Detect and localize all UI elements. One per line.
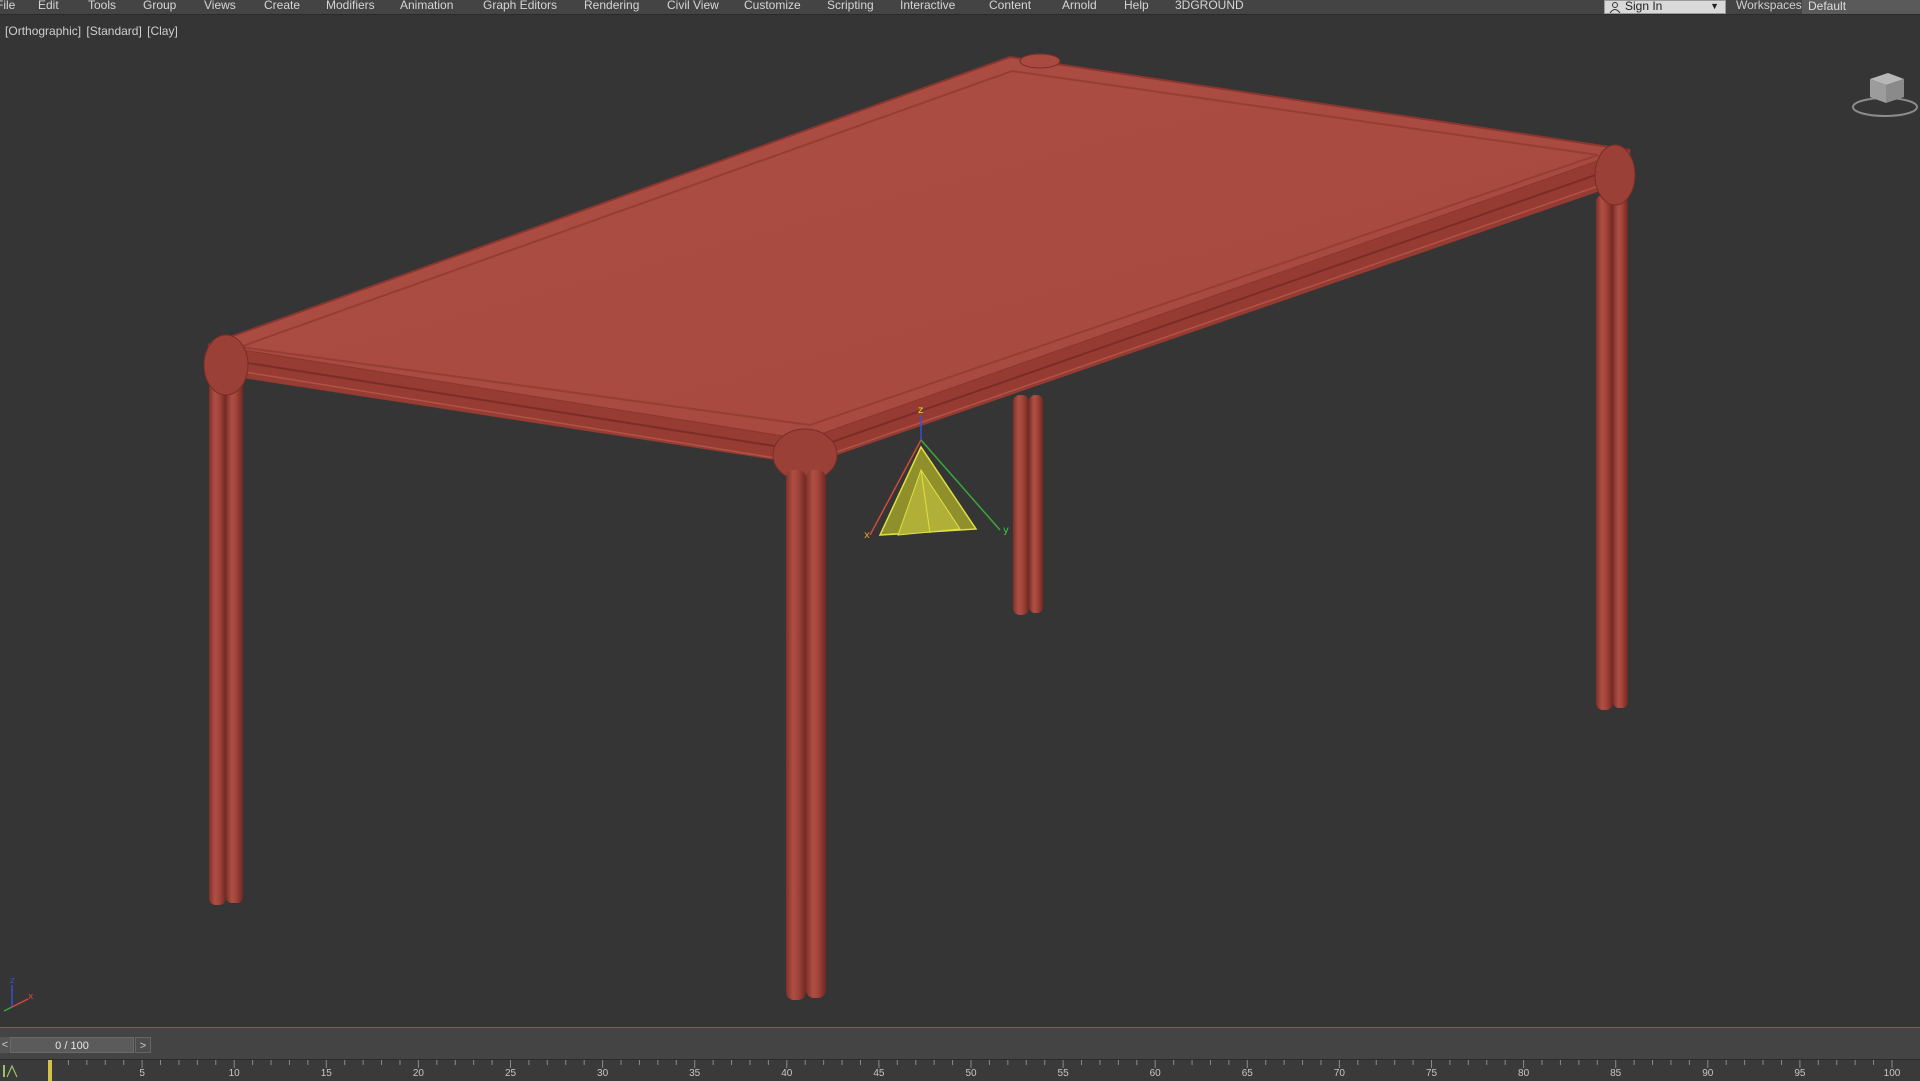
menu-edit[interactable]: Edit <box>38 0 59 12</box>
menu-content[interactable]: Content <box>989 0 1031 12</box>
chevron-down-icon: ▼ <box>1710 1 1719 11</box>
track-tick-label: 70 <box>1333 1068 1345 1079</box>
menu-animation[interactable]: Animation <box>400 0 453 12</box>
menu-arnold[interactable]: Arnold <box>1062 0 1097 12</box>
menu-help[interactable]: Help <box>1124 0 1149 12</box>
user-icon <box>1609 2 1621 13</box>
track-tick-label: 20 <box>412 1068 424 1079</box>
track-tick-label: 10 <box>228 1068 240 1079</box>
menu-bar: File Edit Tools Group Views Create Modifiers An… <box>0 0 1920 15</box>
track-tick-label: 85 <box>1610 1068 1622 1079</box>
menu-rendering[interactable]: Rendering <box>584 0 639 12</box>
gizmo-z-label: z <box>918 405 923 416</box>
sign-in-label: Sign In <box>1625 0 1663 13</box>
menu-file[interactable]: File <box>0 0 15 12</box>
time-slider[interactable]: < 0 / 100 > <box>0 1027 1920 1060</box>
table-leg-front-left <box>209 375 243 905</box>
gizmo-y-label: y <box>1003 525 1009 536</box>
scene-canvas[interactable]: z x y <box>0 15 1920 1027</box>
axis-tripod-icon: z x <box>3 976 34 1012</box>
track-tick-label: 40 <box>781 1068 793 1079</box>
menu-views[interactable]: Views <box>204 0 236 12</box>
time-slider-next-button[interactable]: > <box>135 1037 151 1053</box>
viewcube-icon[interactable] <box>1850 57 1920 127</box>
menu-3dground[interactable]: 3DGROUND <box>1175 0 1244 12</box>
gizmo-x-label: x <box>864 530 870 541</box>
table-leg-front-middle <box>786 470 826 1000</box>
menu-group[interactable]: Group <box>143 0 176 12</box>
track-tick-label: 25 <box>504 1068 517 1079</box>
menu-customize[interactable]: Customize <box>744 0 801 12</box>
menu-interactive[interactable]: Interactive <box>900 0 955 12</box>
menu-tools[interactable]: Tools <box>88 0 116 12</box>
track-tick-label: 65 <box>1241 1068 1253 1079</box>
track-tick-label: 75 <box>1425 1068 1438 1079</box>
track-tick-label: 15 <box>320 1068 332 1079</box>
menu-civil-view[interactable]: Civil View <box>667 0 719 12</box>
track-tick-label: 95 <box>1794 1068 1806 1079</box>
track-tick-label: 100 <box>1883 1068 1901 1079</box>
workspaces-label: Workspaces: <box>1736 0 1806 12</box>
table-leg-back-right <box>1596 195 1628 710</box>
track-tick-label: 30 <box>597 1068 609 1079</box>
track-tick-label: 35 <box>689 1068 701 1079</box>
track-tick-label: 5 <box>139 1068 145 1079</box>
track-tick-label: 50 <box>965 1068 977 1079</box>
tripod-z-label: z <box>10 976 15 986</box>
sign-in-dropdown[interactable]: Sign In ▼ <box>1604 0 1726 14</box>
track-tick-label: 55 <box>1057 1068 1069 1079</box>
workspaces-dropdown[interactable]: Default <box>1802 0 1920 14</box>
track-tick-label: 90 <box>1702 1068 1714 1079</box>
track-bar[interactable]: 5 10 15 20 25 30 35 40 45 50 55 60 65 70 75 80 85 90 95 100 <box>0 1059 1920 1081</box>
current-frame-marker[interactable] <box>48 1060 52 1081</box>
time-slider-thumb[interactable]: 0 / 100 <box>10 1037 134 1053</box>
menu-modifiers[interactable]: Modifiers <box>326 0 375 12</box>
perspective-viewport[interactable]: [+] [Orthographic] [Standard] [Clay] <box>0 15 1920 1027</box>
track-bar-ticks <box>49 1060 1893 1068</box>
track-tick-label: 80 <box>1518 1068 1530 1079</box>
menu-create[interactable]: Create <box>264 0 300 12</box>
track-tick-label: 60 <box>1149 1068 1161 1079</box>
table-top <box>203 53 1636 482</box>
menu-graph-editors[interactable]: Graph Editors <box>483 0 557 12</box>
table-leg-back-middle <box>1013 395 1043 615</box>
menu-scripting[interactable]: Scripting <box>827 0 874 12</box>
time-slider-prev-button[interactable]: < <box>0 1037 10 1053</box>
tripod-x-label: x <box>28 992 34 1002</box>
track-tick-label: 45 <box>873 1068 885 1079</box>
